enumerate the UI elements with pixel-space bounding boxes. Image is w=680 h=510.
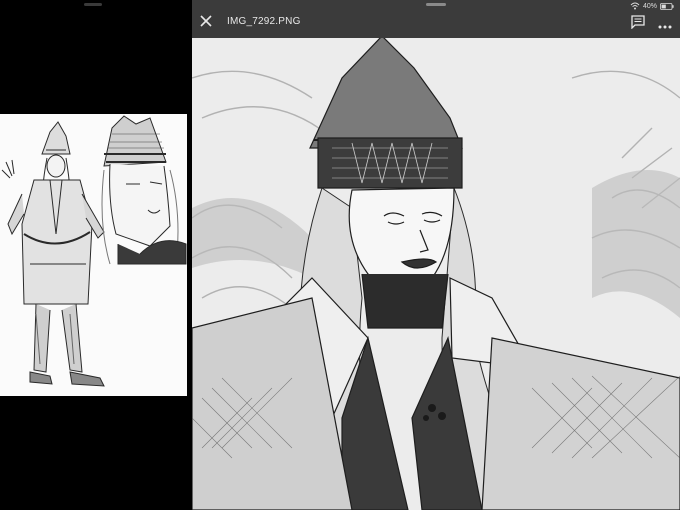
- close-icon: [200, 15, 212, 27]
- close-button[interactable]: [198, 13, 214, 29]
- left-pane-grabber[interactable]: [84, 3, 102, 6]
- zoomed-illustration[interactable]: [192, 38, 680, 510]
- battery-percentage: 40%: [642, 2, 657, 10]
- more-icon: [658, 25, 672, 29]
- window-grabber[interactable]: [426, 3, 446, 6]
- file-name-title: IMG_7292.PNG: [227, 16, 301, 27]
- status-bar: 40%: [630, 1, 674, 11]
- viewer-toolbar: IMG_7292.PNG 40%: [192, 0, 680, 38]
- left-app-pane: [0, 0, 188, 510]
- split-view-screen: IMG_7292.PNG 40%: [0, 0, 680, 510]
- character-sheet-thumbnail[interactable]: [0, 114, 187, 396]
- more-options-button[interactable]: [658, 18, 672, 29]
- battery-icon: [660, 2, 674, 10]
- image-viewer-pane: IMG_7292.PNG 40%: [192, 0, 680, 510]
- wifi-icon: [630, 2, 640, 10]
- comments-button[interactable]: [631, 15, 645, 30]
- comment-icon: [631, 15, 645, 30]
